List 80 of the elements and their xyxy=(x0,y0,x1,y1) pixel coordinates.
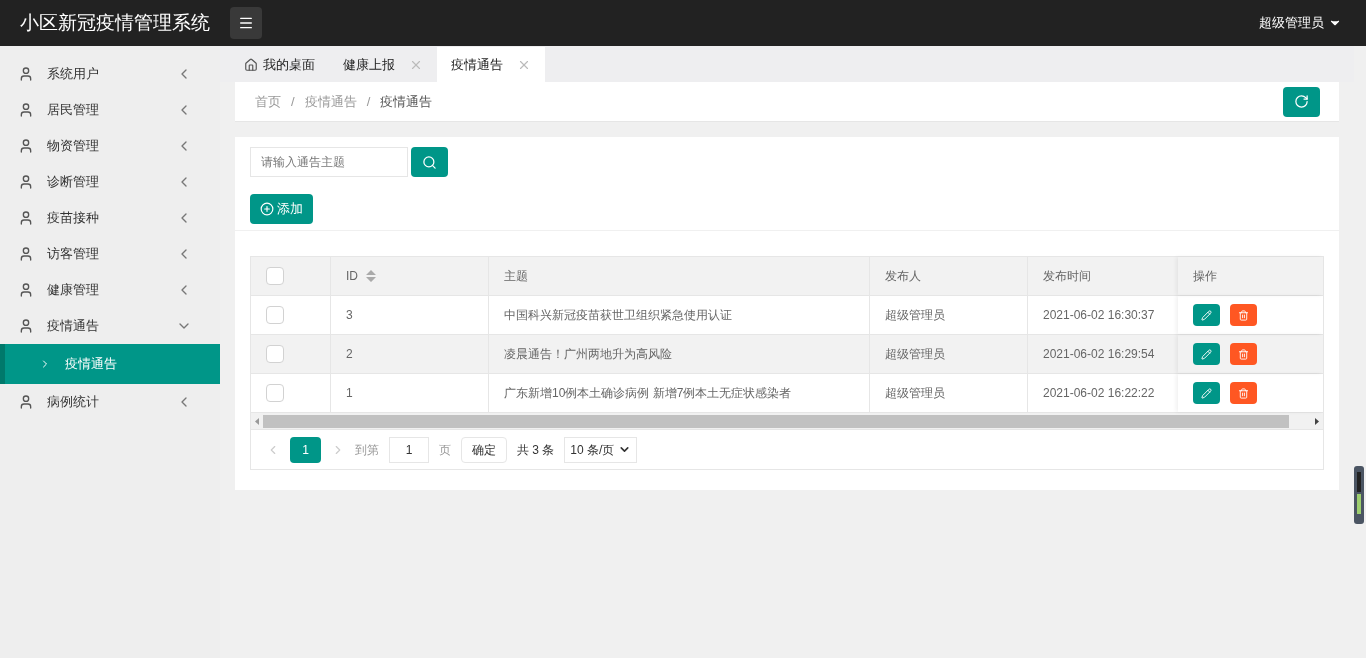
delete-button[interactable] xyxy=(1230,304,1257,326)
breadcrumb-link[interactable]: 疫情通告 xyxy=(380,91,433,112)
pencil-icon xyxy=(1201,309,1212,321)
trash-icon xyxy=(1238,387,1249,399)
sidebar-item[interactable]: 疫苗接种 xyxy=(0,200,220,236)
sidebar-item[interactable]: 病例统计 xyxy=(0,384,220,420)
user-icon xyxy=(18,394,34,410)
page-tab[interactable]: 健康上报 xyxy=(329,47,437,82)
pencil-icon xyxy=(1201,387,1212,399)
page-button[interactable]: 1 xyxy=(290,436,321,463)
trash-icon xyxy=(1238,348,1249,360)
user-icon xyxy=(18,138,34,154)
column-header: 发布时间 xyxy=(1042,268,1092,285)
user-icon xyxy=(18,102,34,118)
sidebar-item[interactable]: 诊断管理 xyxy=(0,164,220,200)
table-cell-text: 中国科兴新冠疫苗获世卫组织紧急使用认证 xyxy=(504,307,732,324)
sidebar-item[interactable]: 物资管理 xyxy=(0,128,220,164)
pencil-icon xyxy=(1201,348,1212,360)
plus-circle-icon xyxy=(260,202,274,216)
checkbox[interactable] xyxy=(266,306,284,324)
scroll-widget-icon[interactable] xyxy=(1354,466,1364,524)
column-header: 主题 xyxy=(489,257,870,295)
search-button[interactable] xyxy=(411,147,448,177)
refresh-button[interactable] xyxy=(1283,86,1320,117)
edit-button[interactable] xyxy=(1193,343,1220,365)
user-icon xyxy=(18,318,34,334)
add-button[interactable]: 添加 xyxy=(250,194,313,224)
delete-button[interactable] xyxy=(1230,343,1257,365)
checkbox[interactable] xyxy=(266,345,284,363)
table-cell-text: 广东新增10例本土确诊病例 新增7例本土无症状感染者 xyxy=(504,385,792,402)
table-cell-text: 2021-06-02 16:22:22 xyxy=(1043,385,1155,402)
delete-button[interactable] xyxy=(1230,382,1257,404)
page-tab[interactable]: 疫情通告 xyxy=(437,47,545,82)
menu-button[interactable] xyxy=(230,7,262,39)
horizontal-scrollbar[interactable] xyxy=(251,413,1323,430)
column-header[interactable]: ID xyxy=(331,257,489,295)
refresh-icon xyxy=(1294,94,1309,109)
search-field[interactable]: 请输入通告主题 xyxy=(250,147,408,177)
user-icon xyxy=(18,282,34,298)
page-label: 页 xyxy=(439,441,451,459)
total-count: 共 3 条 xyxy=(517,441,555,459)
user-icon xyxy=(18,210,34,226)
table-cell-text: 3 xyxy=(346,307,353,324)
menu-icon xyxy=(238,15,254,31)
table-cell-text: 超级管理员 xyxy=(885,346,945,363)
table-cell-text: 2021-06-02 16:29:54 xyxy=(1043,346,1155,363)
checkbox[interactable] xyxy=(266,384,284,402)
table-cell-text: 1 xyxy=(346,385,353,402)
sidebar-item[interactable]: 健康管理 xyxy=(0,272,220,308)
user-menu[interactable]: 超级管理员 xyxy=(1259,13,1342,33)
column-header: 发布人 xyxy=(870,257,1028,295)
page-tab[interactable]: 我的桌面 xyxy=(230,47,329,82)
sidebar-item[interactable]: 系统用户 xyxy=(0,56,220,92)
app-title: 小区新冠疫情管理系统 xyxy=(20,10,211,35)
sidebar-item[interactable]: 访客管理 xyxy=(0,236,220,272)
page-size-select[interactable]: 10 条/页 xyxy=(564,436,638,463)
table-cell-text: 超级管理员 xyxy=(885,307,945,324)
edit-button[interactable] xyxy=(1193,304,1220,326)
user-icon xyxy=(18,66,34,82)
table-cell-text: 2 xyxy=(346,346,353,363)
sort-icon[interactable] xyxy=(366,270,376,282)
page-input[interactable]: 1 xyxy=(389,436,429,463)
checkbox[interactable] xyxy=(266,267,284,285)
home-icon xyxy=(244,57,258,72)
goto-label: 到第 xyxy=(355,441,379,459)
column-header: 操作 xyxy=(1178,257,1323,295)
table-cell-text: 2021-06-02 16:30:37 xyxy=(1043,307,1155,324)
table-cell-text: 凌晨通告！广州两地升为高风险 xyxy=(504,346,672,363)
user-icon xyxy=(18,246,34,262)
sidebar-item[interactable]: 居民管理 xyxy=(0,92,220,128)
confirm-button[interactable]: 确定 xyxy=(461,436,507,463)
sidebar-subitem[interactable]: 疫情通告 xyxy=(0,344,220,384)
breadcrumb-separator: / xyxy=(366,92,371,111)
edit-button[interactable] xyxy=(1193,382,1220,404)
trash-icon xyxy=(1238,309,1249,321)
user-icon xyxy=(18,174,34,190)
breadcrumb-separator: / xyxy=(291,92,295,111)
search-icon xyxy=(422,154,437,170)
sidebar-item[interactable]: 疫情通告 xyxy=(0,308,220,344)
table-cell-text: 超级管理员 xyxy=(885,385,945,402)
